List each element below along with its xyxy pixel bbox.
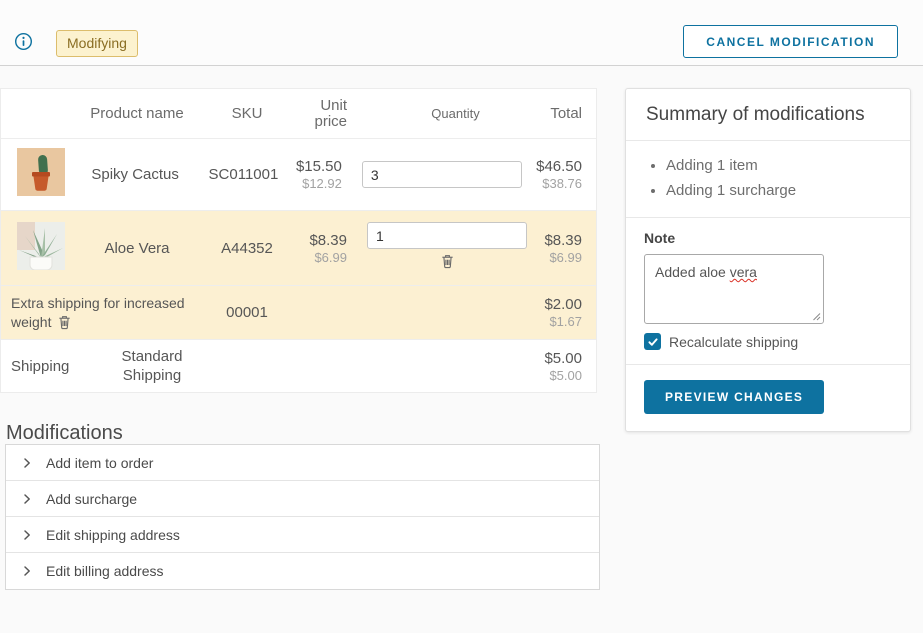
trash-icon bbox=[440, 253, 455, 269]
unit-price: $8.39 $6.99 bbox=[287, 232, 347, 265]
preview-changes-button[interactable]: PREVIEW CHANGES bbox=[644, 380, 824, 414]
line-total: $46.50 $38.76 bbox=[536, 158, 596, 191]
trash-icon bbox=[57, 314, 72, 330]
table-row-spiky-cactus: Spiky Cactus SC011001 $15.50 $12.92 $46.… bbox=[1, 139, 596, 211]
line-total: $8.39 $6.99 bbox=[544, 232, 596, 265]
top-bar: Modifying CANCEL MODIFICATION bbox=[0, 0, 923, 66]
surcharge-text: Extra shipping for increased weight bbox=[11, 295, 185, 330]
line-total-current: $8.39 bbox=[544, 232, 582, 249]
unit-price: $15.50 $12.92 bbox=[283, 158, 342, 191]
accordion-edit-billing-address[interactable]: Edit billing address bbox=[6, 553, 599, 589]
accordion-edit-shipping-address[interactable]: Edit shipping address bbox=[6, 517, 599, 553]
summary-panel: Summary of modifications Adding 1 item A… bbox=[625, 88, 911, 432]
summary-list: Adding 1 item Adding 1 surcharge bbox=[626, 141, 910, 218]
line-total: $2.00 $1.67 bbox=[544, 296, 596, 329]
line-total-discounted: $1.67 bbox=[544, 314, 582, 329]
line-total-discounted: $5.00 bbox=[440, 368, 582, 383]
modifications-accordion: Add item to order Add surcharge Edit shi… bbox=[5, 444, 600, 590]
chevron-right-icon bbox=[21, 493, 33, 505]
header-unit-price: Unit price bbox=[287, 98, 347, 130]
header-product-name: Product name bbox=[67, 105, 207, 122]
accordion-add-surcharge[interactable]: Add surcharge bbox=[6, 481, 599, 517]
product-image-aloe-vera bbox=[17, 222, 65, 270]
unit-price-current: $15.50 bbox=[296, 158, 342, 175]
table-row-shipping: Shipping Standard Shipping $5.00 $5.00 bbox=[1, 340, 596, 392]
chevron-right-icon bbox=[21, 565, 33, 577]
surcharge-label: Extra shipping for increased weight bbox=[1, 294, 207, 332]
product-image-spiky-cactus bbox=[17, 148, 65, 196]
product-name: Aloe Vera bbox=[67, 240, 207, 257]
quantity-input-aloe-vera[interactable] bbox=[367, 222, 527, 249]
table-header-row: Product name SKU Unit price Quantity Tot… bbox=[1, 89, 596, 139]
unit-price-discounted: $12.92 bbox=[283, 176, 342, 191]
summary-panel-title: Summary of modifications bbox=[626, 89, 910, 141]
info-circle-icon[interactable] bbox=[14, 32, 33, 51]
header-quantity: Quantity bbox=[347, 106, 544, 121]
header-total: Total bbox=[544, 105, 596, 122]
product-sku: SC011001 bbox=[204, 166, 283, 183]
line-total-discounted: $6.99 bbox=[544, 250, 582, 265]
table-row-surcharge: Extra shipping for increased weight 0000… bbox=[1, 286, 596, 340]
resize-handle-icon[interactable] bbox=[811, 311, 821, 321]
shipping-method-text: Standard Shipping bbox=[112, 347, 192, 385]
accordion-label: Add item to order bbox=[46, 455, 153, 471]
line-total-discounted: $38.76 bbox=[536, 176, 582, 191]
summary-item: Adding 1 surcharge bbox=[666, 178, 890, 203]
surcharge-sku: 00001 bbox=[207, 304, 287, 321]
accordion-label: Edit billing address bbox=[46, 563, 164, 579]
recalculate-shipping-row: Recalculate shipping bbox=[644, 333, 892, 350]
note-section: Note Added aloe vera Recalculate shippin… bbox=[626, 218, 910, 365]
header-sku: SKU bbox=[207, 105, 287, 122]
chevron-right-icon bbox=[21, 529, 33, 541]
product-sku: A44352 bbox=[207, 240, 287, 257]
delete-surcharge-button[interactable] bbox=[57, 314, 72, 330]
unit-price-discounted: $6.99 bbox=[287, 250, 347, 265]
accordion-add-item-to-order[interactable]: Add item to order bbox=[6, 445, 599, 481]
product-name: Spiky Cactus bbox=[66, 166, 204, 183]
status-badge: Modifying bbox=[56, 30, 138, 57]
note-text: Added aloe bbox=[655, 264, 730, 280]
accordion-label: Edit shipping address bbox=[46, 527, 180, 543]
line-total-current: $2.00 bbox=[544, 296, 582, 313]
modifications-title: Modifications bbox=[6, 422, 123, 445]
recalculate-label: Recalculate shipping bbox=[669, 334, 798, 350]
note-text-misspelled: vera bbox=[730, 264, 757, 280]
line-total-current: $46.50 bbox=[536, 158, 582, 175]
line-total: $5.00 $5.00 bbox=[440, 350, 596, 383]
order-items-table: Product name SKU Unit price Quantity Tot… bbox=[0, 88, 597, 393]
unit-price-current: $8.39 bbox=[309, 232, 347, 249]
recalculate-checkbox[interactable] bbox=[644, 333, 661, 350]
chevron-right-icon bbox=[21, 457, 33, 469]
note-textarea[interactable]: Added aloe vera bbox=[644, 254, 824, 324]
accordion-label: Add surcharge bbox=[46, 491, 137, 507]
quantity-input-spiky-cactus[interactable] bbox=[362, 161, 522, 188]
delete-item-button[interactable] bbox=[440, 253, 455, 269]
check-icon bbox=[647, 336, 659, 348]
shipping-label: Shipping bbox=[1, 358, 97, 375]
table-row-aloe-vera: Aloe Vera A44352 $8.39 $6.99 bbox=[1, 211, 596, 286]
summary-item: Adding 1 item bbox=[666, 153, 890, 178]
cancel-modification-button[interactable]: CANCEL MODIFICATION bbox=[683, 25, 898, 58]
line-total-current: $5.00 bbox=[544, 350, 582, 367]
note-label: Note bbox=[644, 230, 892, 246]
shipping-method: Standard Shipping bbox=[97, 347, 207, 385]
